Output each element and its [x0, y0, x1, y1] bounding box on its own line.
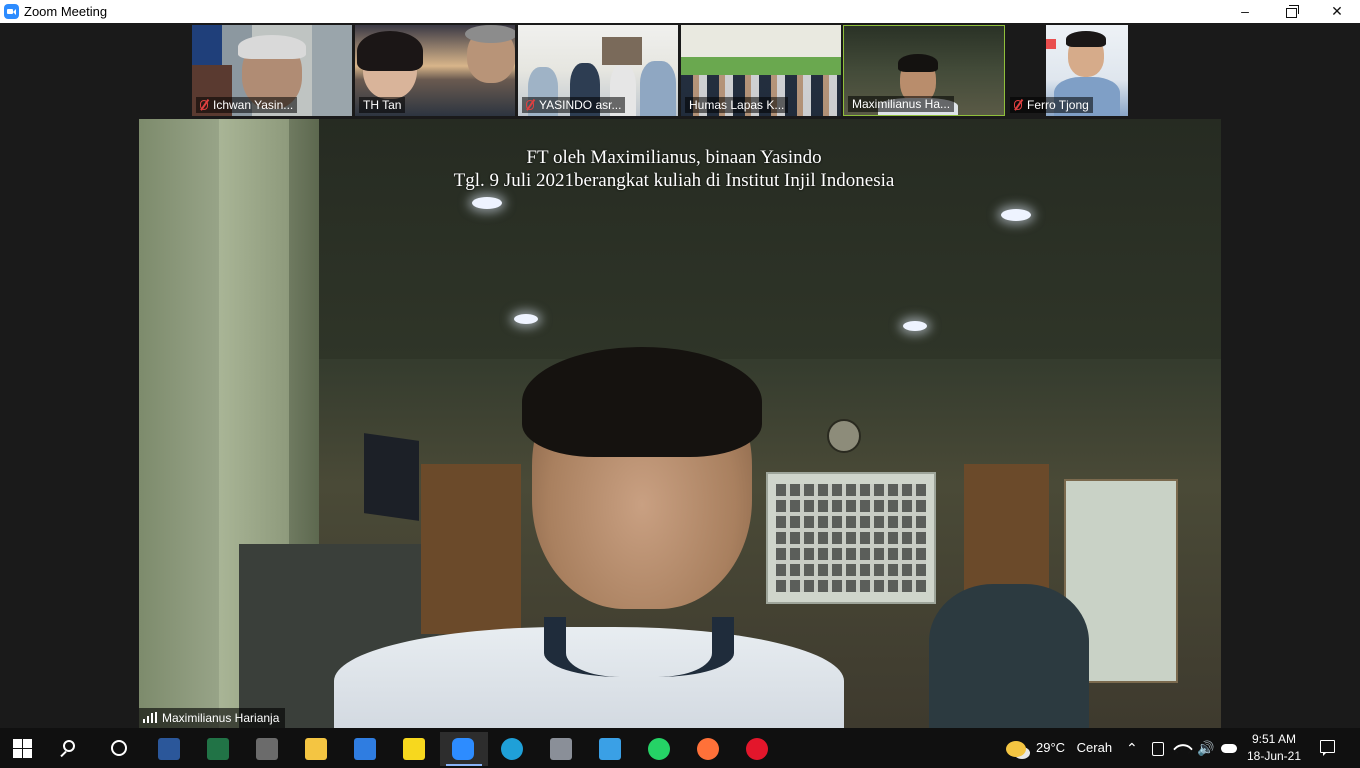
- participant-tile[interactable]: Humas Lapas K...: [681, 25, 841, 116]
- active-speaker-video[interactable]: FT oleh Maximilianus, binaan Yasindo Tgl…: [139, 119, 1221, 728]
- speaker-hair: [522, 347, 762, 457]
- taskbar-clock[interactable]: 9:51 AM 18-Jun-21: [1243, 731, 1305, 765]
- search-button[interactable]: [48, 732, 96, 766]
- sync-app-icon: [599, 738, 621, 760]
- ceiling-light: [903, 321, 927, 331]
- participant-tile[interactable]: TH Tan: [355, 25, 515, 116]
- onedrive-button[interactable]: [1221, 728, 1237, 768]
- participant-name: Humas Lapas K...: [685, 97, 789, 113]
- participant-tile[interactable]: YASINDO asr...: [518, 25, 678, 116]
- taskbar-app-calculator[interactable]: [244, 732, 292, 766]
- background-person: [929, 584, 1089, 728]
- participant-tile[interactable]: Ferro Tjong: [1008, 25, 1128, 116]
- cortana-icon: [111, 740, 127, 756]
- windows-taskbar: 29°C Cerah ⌃ 🔊 9:51 AM 18-Jun-21: [0, 728, 1360, 768]
- ceiling-light: [472, 197, 502, 209]
- participant-name: Ichwan Yasin...: [196, 97, 298, 113]
- close-button[interactable]: ✕: [1314, 0, 1360, 23]
- mic-muted-icon: [526, 100, 534, 110]
- taskbar-app-zoom[interactable]: [440, 732, 488, 766]
- zoom-app-icon: [4, 4, 19, 19]
- file-explorer-icon: [305, 738, 327, 760]
- weather-widget[interactable]: 29°C Cerah: [1006, 728, 1112, 768]
- network-button[interactable]: [1173, 728, 1193, 768]
- ceiling-light: [1001, 209, 1031, 221]
- taskbar-app-edge[interactable]: [489, 732, 537, 766]
- restore-icon: [1285, 5, 1299, 18]
- speaker-collar: [544, 617, 734, 677]
- chevron-up-icon: ⌃: [1126, 740, 1138, 756]
- window-title: Zoom Meeting: [24, 4, 108, 19]
- edge-icon: [501, 738, 523, 760]
- volume-button[interactable]: 🔊: [1197, 728, 1214, 768]
- search-icon: [63, 740, 75, 752]
- mic-muted-icon: [1014, 100, 1022, 110]
- speaker-name-label: Maximilianus Harianja: [139, 708, 286, 728]
- participant-tile-active[interactable]: Maximilianus Ha...: [843, 25, 1005, 116]
- minimize-button[interactable]: –: [1222, 0, 1268, 23]
- whatsapp-icon: [648, 738, 670, 760]
- wifi-icon: [1173, 738, 1193, 759]
- speaker-person: [334, 347, 844, 728]
- cortana-button[interactable]: [96, 732, 144, 766]
- calendar-icon: [354, 738, 376, 760]
- windows-logo-icon: [12, 738, 34, 760]
- camera-icon: [550, 738, 572, 760]
- title-bar: Zoom Meeting – ✕: [0, 0, 1360, 23]
- excel-icon: [207, 738, 229, 760]
- sticky-notes-icon: [403, 738, 425, 760]
- participant-name: Maximilianus Ha...: [848, 96, 955, 112]
- ceiling-light: [514, 314, 538, 324]
- restore-button[interactable]: [1268, 0, 1314, 23]
- taskbar-app-word[interactable]: [146, 732, 194, 766]
- participant-name: Ferro Tjong: [1010, 97, 1093, 113]
- taskbar-app-opera[interactable]: [734, 732, 782, 766]
- video-caption-line-1: FT oleh Maximilianus, binaan Yasindo: [526, 147, 822, 168]
- taskbar-app-sticky-notes[interactable]: [391, 732, 439, 766]
- connection-signal-icon: [143, 712, 157, 723]
- speaker-icon: 🔊: [1197, 740, 1215, 756]
- word-icon: [158, 738, 180, 760]
- tray-device-icon[interactable]: [1152, 728, 1164, 768]
- mic-muted-icon: [200, 100, 208, 110]
- taskbar-app-file-explorer[interactable]: [293, 732, 341, 766]
- participant-name: TH Tan: [359, 97, 406, 113]
- taskbar-app-firefox[interactable]: [685, 732, 733, 766]
- calculator-icon: [256, 738, 278, 760]
- video-caption-line-2: Tgl. 9 Juli 2021berangkat kuliah di Inst…: [453, 170, 895, 191]
- partly-sunny-icon: [1006, 740, 1026, 757]
- taskbar-app-excel[interactable]: [195, 732, 243, 766]
- zoom-icon: [452, 738, 474, 760]
- cloud-icon: [1221, 744, 1237, 754]
- show-hidden-icons-button[interactable]: ⌃: [1126, 728, 1138, 768]
- participant-tile[interactable]: Ichwan Yasin...: [192, 25, 352, 116]
- taskbar-app-sync[interactable]: [587, 732, 635, 766]
- taskbar-app-calendar[interactable]: [342, 732, 390, 766]
- start-button[interactable]: [0, 732, 48, 766]
- taskbar-app-whatsapp[interactable]: [636, 732, 684, 766]
- meet-now-icon: [1152, 741, 1164, 756]
- taskbar-app-camera[interactable]: [538, 732, 586, 766]
- participant-name: YASINDO asr...: [522, 97, 626, 113]
- notification-icon[interactable]: [1320, 740, 1335, 756]
- opera-icon: [746, 738, 768, 760]
- firefox-icon: [697, 738, 719, 760]
